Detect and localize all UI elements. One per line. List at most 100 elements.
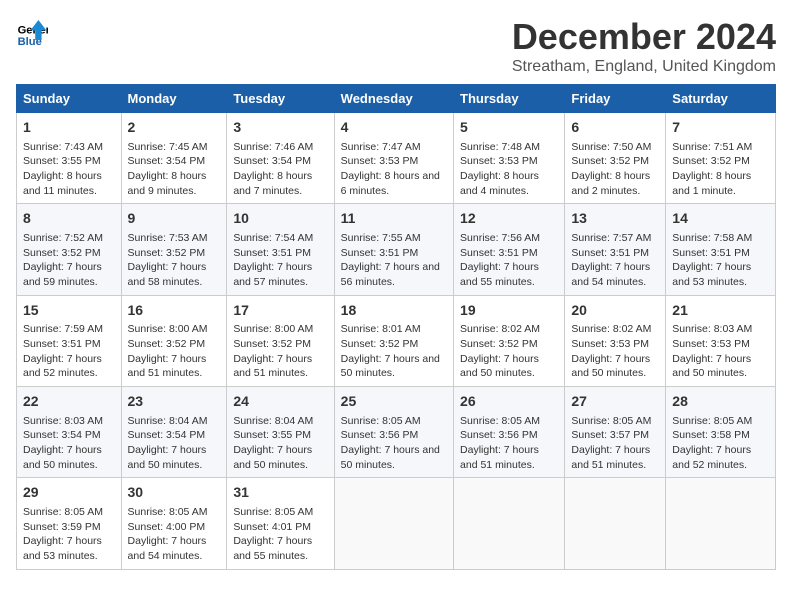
day-info: Sunrise: 8:05 AMSunset: 3:57 PMDaylight:… bbox=[571, 414, 659, 473]
logo-icon: General Blue bbox=[16, 16, 48, 48]
calendar-cell bbox=[565, 478, 666, 569]
day-number: 10 bbox=[233, 209, 327, 229]
calendar-cell: 28Sunrise: 8:05 AMSunset: 3:58 PMDayligh… bbox=[666, 387, 776, 478]
calendar-cell: 22Sunrise: 8:03 AMSunset: 3:54 PMDayligh… bbox=[17, 387, 122, 478]
calendar-cell bbox=[334, 478, 453, 569]
day-number: 8 bbox=[23, 209, 115, 229]
calendar-table: SundayMondayTuesdayWednesdayThursdayFrid… bbox=[16, 84, 776, 570]
day-number: 12 bbox=[460, 209, 558, 229]
calendar-cell: 21Sunrise: 8:03 AMSunset: 3:53 PMDayligh… bbox=[666, 295, 776, 386]
day-number: 22 bbox=[23, 392, 115, 412]
calendar-cell: 9Sunrise: 7:53 AMSunset: 3:52 PMDaylight… bbox=[121, 204, 227, 295]
calendar-cell: 10Sunrise: 7:54 AMSunset: 3:51 PMDayligh… bbox=[227, 204, 334, 295]
day-number: 15 bbox=[23, 301, 115, 321]
calendar-cell: 12Sunrise: 7:56 AMSunset: 3:51 PMDayligh… bbox=[454, 204, 565, 295]
calendar-cell: 20Sunrise: 8:02 AMSunset: 3:53 PMDayligh… bbox=[565, 295, 666, 386]
logo: General Blue bbox=[16, 16, 48, 48]
day-info: Sunrise: 8:02 AMSunset: 3:52 PMDaylight:… bbox=[460, 322, 558, 381]
day-info: Sunrise: 7:59 AMSunset: 3:51 PMDaylight:… bbox=[23, 322, 115, 381]
day-info: Sunrise: 8:03 AMSunset: 3:53 PMDaylight:… bbox=[672, 322, 769, 381]
calendar-cell: 29Sunrise: 8:05 AMSunset: 3:59 PMDayligh… bbox=[17, 478, 122, 569]
calendar-cell: 24Sunrise: 8:04 AMSunset: 3:55 PMDayligh… bbox=[227, 387, 334, 478]
day-number: 2 bbox=[128, 118, 221, 138]
day-info: Sunrise: 7:57 AMSunset: 3:51 PMDaylight:… bbox=[571, 231, 659, 290]
day-number: 30 bbox=[128, 483, 221, 503]
day-info: Sunrise: 7:50 AMSunset: 3:52 PMDaylight:… bbox=[571, 140, 659, 199]
header-day-wednesday: Wednesday bbox=[334, 85, 453, 113]
calendar-cell: 1Sunrise: 7:43 AMSunset: 3:55 PMDaylight… bbox=[17, 113, 122, 204]
header-day-thursday: Thursday bbox=[454, 85, 565, 113]
day-number: 25 bbox=[341, 392, 447, 412]
day-number: 20 bbox=[571, 301, 659, 321]
day-info: Sunrise: 8:02 AMSunset: 3:53 PMDaylight:… bbox=[571, 322, 659, 381]
day-number: 19 bbox=[460, 301, 558, 321]
day-info: Sunrise: 8:05 AMSunset: 4:00 PMDaylight:… bbox=[128, 505, 221, 564]
calendar-cell: 8Sunrise: 7:52 AMSunset: 3:52 PMDaylight… bbox=[17, 204, 122, 295]
day-number: 18 bbox=[341, 301, 447, 321]
day-info: Sunrise: 7:51 AMSunset: 3:52 PMDaylight:… bbox=[672, 140, 769, 199]
day-number: 6 bbox=[571, 118, 659, 138]
day-info: Sunrise: 8:04 AMSunset: 3:55 PMDaylight:… bbox=[233, 414, 327, 473]
day-info: Sunrise: 8:05 AMSunset: 4:01 PMDaylight:… bbox=[233, 505, 327, 564]
month-title: December 2024 bbox=[512, 16, 776, 58]
calendar-cell: 31Sunrise: 8:05 AMSunset: 4:01 PMDayligh… bbox=[227, 478, 334, 569]
day-info: Sunrise: 8:05 AMSunset: 3:59 PMDaylight:… bbox=[23, 505, 115, 564]
day-number: 14 bbox=[672, 209, 769, 229]
day-number: 17 bbox=[233, 301, 327, 321]
day-number: 29 bbox=[23, 483, 115, 503]
day-info: Sunrise: 8:04 AMSunset: 3:54 PMDaylight:… bbox=[128, 414, 221, 473]
day-number: 31 bbox=[233, 483, 327, 503]
day-number: 13 bbox=[571, 209, 659, 229]
day-info: Sunrise: 7:55 AMSunset: 3:51 PMDaylight:… bbox=[341, 231, 447, 290]
day-number: 11 bbox=[341, 209, 447, 229]
calendar-cell: 3Sunrise: 7:46 AMSunset: 3:54 PMDaylight… bbox=[227, 113, 334, 204]
day-info: Sunrise: 7:54 AMSunset: 3:51 PMDaylight:… bbox=[233, 231, 327, 290]
title-area: December 2024 Streatham, England, United… bbox=[512, 16, 776, 76]
day-info: Sunrise: 7:43 AMSunset: 3:55 PMDaylight:… bbox=[23, 140, 115, 199]
day-info: Sunrise: 8:00 AMSunset: 3:52 PMDaylight:… bbox=[233, 322, 327, 381]
calendar-cell: 27Sunrise: 8:05 AMSunset: 3:57 PMDayligh… bbox=[565, 387, 666, 478]
calendar-cell bbox=[454, 478, 565, 569]
calendar-cell: 18Sunrise: 8:01 AMSunset: 3:52 PMDayligh… bbox=[334, 295, 453, 386]
day-number: 28 bbox=[672, 392, 769, 412]
day-info: Sunrise: 7:47 AMSunset: 3:53 PMDaylight:… bbox=[341, 140, 447, 199]
calendar-cell: 4Sunrise: 7:47 AMSunset: 3:53 PMDaylight… bbox=[334, 113, 453, 204]
day-number: 24 bbox=[233, 392, 327, 412]
header-day-monday: Monday bbox=[121, 85, 227, 113]
calendar-week-3: 15Sunrise: 7:59 AMSunset: 3:51 PMDayligh… bbox=[17, 295, 776, 386]
day-info: Sunrise: 8:05 AMSunset: 3:56 PMDaylight:… bbox=[460, 414, 558, 473]
calendar-cell: 26Sunrise: 8:05 AMSunset: 3:56 PMDayligh… bbox=[454, 387, 565, 478]
day-info: Sunrise: 7:48 AMSunset: 3:53 PMDaylight:… bbox=[460, 140, 558, 199]
day-number: 27 bbox=[571, 392, 659, 412]
day-number: 16 bbox=[128, 301, 221, 321]
day-number: 23 bbox=[128, 392, 221, 412]
day-info: Sunrise: 7:45 AMSunset: 3:54 PMDaylight:… bbox=[128, 140, 221, 199]
day-number: 1 bbox=[23, 118, 115, 138]
calendar-cell: 14Sunrise: 7:58 AMSunset: 3:51 PMDayligh… bbox=[666, 204, 776, 295]
calendar-cell: 11Sunrise: 7:55 AMSunset: 3:51 PMDayligh… bbox=[334, 204, 453, 295]
calendar-cell: 19Sunrise: 8:02 AMSunset: 3:52 PMDayligh… bbox=[454, 295, 565, 386]
calendar-cell: 13Sunrise: 7:57 AMSunset: 3:51 PMDayligh… bbox=[565, 204, 666, 295]
location: Streatham, England, United Kingdom bbox=[512, 58, 776, 76]
day-number: 4 bbox=[341, 118, 447, 138]
day-info: Sunrise: 7:53 AMSunset: 3:52 PMDaylight:… bbox=[128, 231, 221, 290]
calendar-week-2: 8Sunrise: 7:52 AMSunset: 3:52 PMDaylight… bbox=[17, 204, 776, 295]
day-info: Sunrise: 7:58 AMSunset: 3:51 PMDaylight:… bbox=[672, 231, 769, 290]
day-info: Sunrise: 8:00 AMSunset: 3:52 PMDaylight:… bbox=[128, 322, 221, 381]
day-info: Sunrise: 7:46 AMSunset: 3:54 PMDaylight:… bbox=[233, 140, 327, 199]
calendar-cell: 6Sunrise: 7:50 AMSunset: 3:52 PMDaylight… bbox=[565, 113, 666, 204]
day-number: 26 bbox=[460, 392, 558, 412]
calendar-cell: 30Sunrise: 8:05 AMSunset: 4:00 PMDayligh… bbox=[121, 478, 227, 569]
calendar-header-row: SundayMondayTuesdayWednesdayThursdayFrid… bbox=[17, 85, 776, 113]
day-number: 5 bbox=[460, 118, 558, 138]
calendar-cell: 23Sunrise: 8:04 AMSunset: 3:54 PMDayligh… bbox=[121, 387, 227, 478]
calendar-cell: 16Sunrise: 8:00 AMSunset: 3:52 PMDayligh… bbox=[121, 295, 227, 386]
day-info: Sunrise: 7:52 AMSunset: 3:52 PMDaylight:… bbox=[23, 231, 115, 290]
day-info: Sunrise: 8:05 AMSunset: 3:56 PMDaylight:… bbox=[341, 414, 447, 473]
day-info: Sunrise: 8:05 AMSunset: 3:58 PMDaylight:… bbox=[672, 414, 769, 473]
day-info: Sunrise: 8:03 AMSunset: 3:54 PMDaylight:… bbox=[23, 414, 115, 473]
header-day-sunday: Sunday bbox=[17, 85, 122, 113]
day-number: 7 bbox=[672, 118, 769, 138]
day-info: Sunrise: 7:56 AMSunset: 3:51 PMDaylight:… bbox=[460, 231, 558, 290]
header: General Blue December 2024 Streatham, En… bbox=[16, 16, 776, 76]
